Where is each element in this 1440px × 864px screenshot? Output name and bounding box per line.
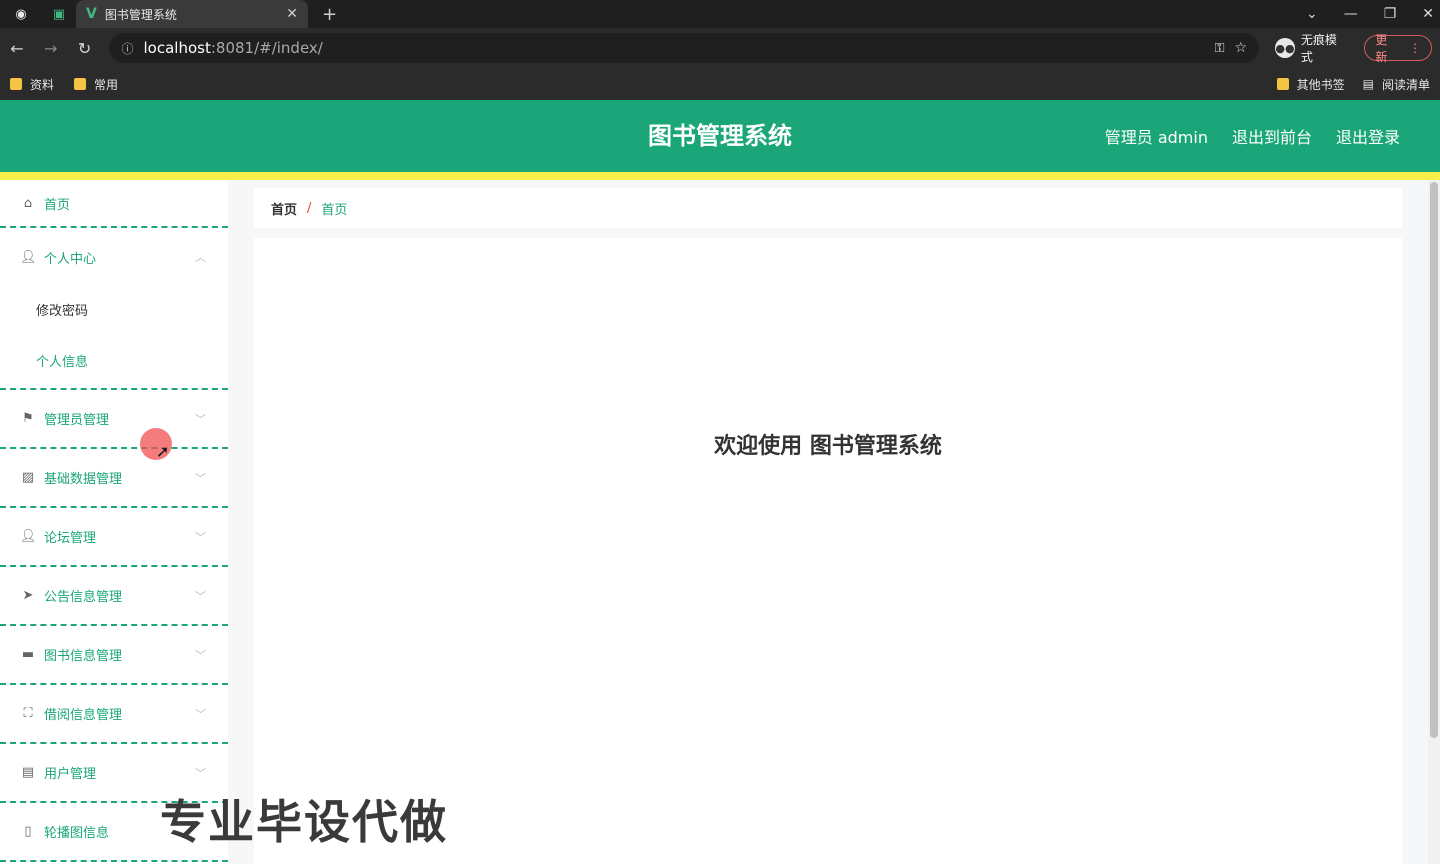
bookmark-folder-2[interactable]: 常用 [74, 76, 118, 93]
url-path: :8081/#/index/ [210, 39, 323, 57]
breadcrumb-current: 首页 [321, 202, 348, 218]
header-accent-line [0, 172, 1440, 180]
restore-icon[interactable]: ❐ [1384, 6, 1397, 22]
clipboard-icon: ▤ [21, 765, 35, 780]
incognito-icon: ●● [1275, 38, 1295, 58]
folder-icon [74, 78, 87, 90]
sidebar-item-books[interactable]: ▬ 图书信息管理 ﹀ [0, 626, 228, 685]
admin-label: 管理员 admin [1104, 128, 1208, 147]
folder-icon [10, 78, 22, 90]
browser-tab[interactable]: V 图书管理系统 ✕ [76, 0, 308, 28]
sidebar-item-basic-data[interactable]: ▨ 基础数据管理 ﹀ [0, 449, 228, 508]
chevron-down-icon: ﹀ [195, 412, 206, 426]
tab-search-icon[interactable]: ⌄ [1306, 6, 1318, 22]
sidebar-submenu-personal: 👤︎ 个人中心 ︿ 修改密码 个人信息 [0, 228, 228, 390]
sidebar-item-forum[interactable]: 👤︎ 论坛管理 ﹀ [0, 508, 228, 567]
chevron-down-icon: ﹀ [195, 648, 206, 662]
minimize-icon[interactable]: — [1344, 6, 1358, 22]
extension-icon[interactable]: ▣ [48, 3, 70, 25]
chevron-down-icon: ﹀ [195, 530, 206, 544]
breadcrumb-root[interactable]: 首页 [271, 199, 297, 218]
back-icon[interactable]: ← [8, 39, 26, 58]
briefcase-icon: ▬ [21, 647, 35, 662]
chevron-down-icon: ﹀ [195, 589, 206, 603]
url-host: localhost [143, 39, 211, 57]
browser-menu-icon[interactable]: ◉ [10, 3, 32, 25]
chart-icon: ▨ [21, 470, 35, 485]
browser-address-bar: ← → ↻ ⓘ localhost:8081/#/index/ ⚿ ☆ ●● 无… [0, 28, 1440, 68]
vue-logo-icon: V [86, 6, 97, 22]
sidebar-subitem-personal-info[interactable]: 个人信息 [0, 337, 228, 388]
sidebar-item-admin[interactable]: ⚑ 管理员管理 ﹀ [0, 390, 228, 449]
sidebar-item-home[interactable]: ⌂ 首页 [0, 180, 228, 228]
star-icon[interactable]: ☆ [1234, 40, 1247, 56]
sidebar-item-notice[interactable]: ➤ 公告信息管理 ﹀ [0, 567, 228, 626]
exit-to-front-link[interactable]: 退出到前台 [1232, 124, 1312, 148]
folder-icon [1276, 78, 1289, 90]
new-tab-button[interactable]: + [322, 4, 337, 25]
chevron-down-icon: ﹀ [195, 766, 206, 780]
reading-list-icon: ▤ [1362, 77, 1374, 91]
scrollbar-thumb[interactable] [1430, 182, 1438, 738]
watermark-text: 专业毕设代做 [160, 795, 448, 849]
browser-tab-bar: ◉ ▣ V 图书管理系统 ✕ + ⌄ — ❐ ✕ [0, 0, 1440, 28]
mobile-icon: ▯ [24, 824, 32, 839]
other-bookmarks[interactable]: 其他书签 [1276, 76, 1345, 93]
logout-link[interactable]: 退出登录 [1336, 124, 1400, 148]
reload-icon[interactable]: ↻ [76, 39, 94, 58]
main-content: 欢迎使用 图书管理系统 [254, 238, 1402, 864]
app-header: 图书管理系统 管理员 admin 退出到前台 退出登录 [0, 100, 1440, 172]
more-menu-icon[interactable]: ⋮ [1409, 41, 1421, 55]
incognito-indicator[interactable]: ●● 无痕模式 [1275, 31, 1348, 65]
user-icon: 👤︎ [20, 529, 37, 544]
bookmark-folder-1[interactable]: 资料 [10, 76, 54, 93]
page-scrollbar[interactable] [1428, 180, 1440, 864]
url-input[interactable]: ⓘ localhost:8081/#/index/ ⚿ ☆ [109, 33, 1260, 63]
breadcrumb: 首页 / 首页 [254, 188, 1402, 228]
chevron-down-icon: ﹀ [195, 471, 206, 485]
sidebar-item-personal-center[interactable]: 👤︎ 个人中心 ︿ [0, 228, 228, 286]
frame-icon: ⛶ [23, 706, 33, 721]
sidebar: ⌂ 首页 👤︎ 个人中心 ︿ 修改密码 个人信息 ⚑ 管理员管理 ﹀ ▨ 基础数… [0, 180, 228, 864]
mouse-cursor-icon: ➚ [156, 442, 170, 461]
send-icon: ➤ [22, 588, 34, 603]
update-button[interactable]: 更新 ⋮ [1364, 33, 1432, 64]
home-icon: ⌂ [23, 195, 33, 211]
breadcrumb-separator: / [307, 200, 312, 216]
info-icon[interactable]: ⓘ [121, 40, 133, 57]
forward-icon[interactable]: → [42, 39, 60, 58]
sidebar-item-borrow[interactable]: ⛶ 借阅信息管理 ﹀ [0, 685, 228, 744]
bookmarks-bar: 资料 常用 其他书签 ▤ 阅读清单 [0, 68, 1440, 100]
chevron-down-icon: ﹀ [195, 707, 206, 721]
update-label: 更新 [1375, 33, 1388, 64]
tab-title: 图书管理系统 [104, 7, 177, 22]
key-icon[interactable]: ⚿ [1215, 41, 1225, 56]
flag-icon: ⚑ [22, 411, 34, 426]
close-window-icon[interactable]: ✕ [1422, 6, 1434, 22]
window-controls: ⌄ — ❐ ✕ [1306, 0, 1434, 28]
sidebar-subitem-change-password[interactable]: 修改密码 [0, 286, 228, 337]
close-tab-icon[interactable]: ✕ [286, 6, 298, 22]
reading-list[interactable]: ▤ 阅读清单 [1363, 76, 1430, 93]
welcome-text: 欢迎使用 图书管理系统 [714, 434, 942, 459]
chevron-up-icon: ︿ [195, 251, 206, 264]
incognito-label: 无痕模式 [1300, 33, 1337, 64]
user-icon: 👤︎ [20, 249, 37, 265]
